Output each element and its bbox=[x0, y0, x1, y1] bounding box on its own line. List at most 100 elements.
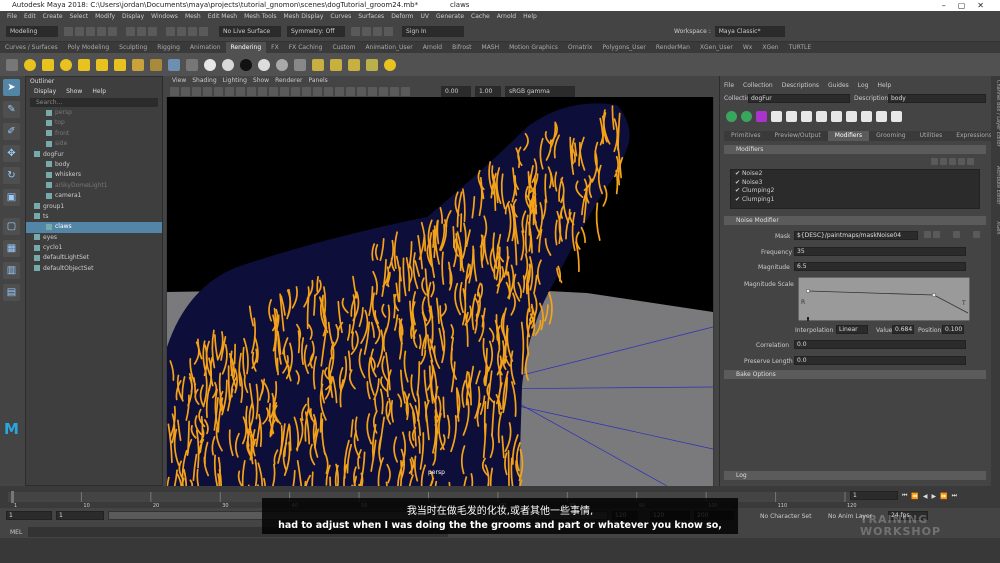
check-icon[interactable]: ✔ bbox=[735, 187, 742, 194]
shelf-tab[interactable]: FX bbox=[266, 42, 284, 53]
render-current-icon[interactable] bbox=[384, 58, 396, 71]
render-settings-icon[interactable] bbox=[373, 27, 382, 36]
modifiers-section-header[interactable]: Modifiers bbox=[724, 145, 986, 154]
window-controls[interactable]: –▢✕ bbox=[942, 0, 996, 11]
menu-arnold[interactable]: Arnold bbox=[497, 11, 516, 22]
shelf-tab[interactable]: Sculpting bbox=[114, 42, 152, 53]
menu-modify[interactable]: Modify bbox=[95, 11, 115, 22]
lambert-shader-icon[interactable] bbox=[204, 58, 216, 71]
position-field[interactable]: 0.100 bbox=[942, 325, 964, 334]
preview-icon[interactable] bbox=[741, 110, 752, 122]
outliner-item[interactable]: side bbox=[26, 139, 162, 149]
xgen-tab[interactable]: Modifiers bbox=[827, 131, 870, 141]
gate-mask-icon[interactable] bbox=[236, 87, 245, 96]
log-header[interactable]: Log bbox=[724, 471, 986, 480]
assign-shader-icon[interactable] bbox=[186, 58, 198, 71]
layout-four-icon[interactable]: ▦ bbox=[3, 240, 20, 257]
outliner-search-input[interactable]: Search... bbox=[30, 98, 158, 107]
mask-field[interactable]: ${DESC}/paintmaps/maskNoise04 bbox=[794, 231, 918, 240]
spot-light-icon[interactable] bbox=[78, 58, 90, 71]
xgen-tab[interactable]: Primitives bbox=[724, 131, 768, 141]
attribute-editor-tab[interactable]: Attribute Editor bbox=[995, 166, 1000, 205]
directional-light-icon[interactable] bbox=[42, 58, 54, 71]
character-set-selector[interactable]: No Character Set bbox=[760, 513, 811, 520]
shelf-tab[interactable]: XGen bbox=[757, 42, 783, 53]
viewport-menu-item[interactable]: Lighting bbox=[223, 76, 247, 86]
shelf-tab[interactable]: TURTLE bbox=[784, 42, 817, 53]
wireframe-icon[interactable] bbox=[269, 87, 278, 96]
xgen-tab[interactable]: Grooming bbox=[869, 131, 913, 141]
check-icon[interactable]: ✔ bbox=[735, 196, 742, 203]
guide-mirror-icon[interactable] bbox=[891, 110, 902, 122]
shelf-tab[interactable]: Rendering bbox=[225, 42, 267, 53]
depth-of-field-icon[interactable] bbox=[357, 87, 366, 96]
xray-icon[interactable] bbox=[379, 87, 388, 96]
xray-active-icon[interactable] bbox=[401, 87, 410, 96]
render-icon[interactable] bbox=[351, 27, 360, 36]
snap-grid-icon[interactable] bbox=[166, 27, 175, 36]
exposure-field[interactable]: 0.00 bbox=[441, 86, 471, 97]
xgen-menu-item[interactable]: Guides bbox=[828, 82, 849, 89]
camera-icon[interactable] bbox=[132, 58, 144, 71]
add-guide-icon[interactable] bbox=[756, 110, 767, 122]
outliner-item[interactable]: claws bbox=[26, 222, 162, 233]
area-light-icon[interactable] bbox=[96, 58, 108, 71]
outliner-item[interactable]: cyclo1 bbox=[26, 243, 162, 253]
outliner-menu-item[interactable]: Help bbox=[92, 87, 106, 97]
menu-create[interactable]: Create bbox=[43, 11, 63, 22]
ipr-icon[interactable] bbox=[348, 58, 360, 71]
move-down-icon[interactable] bbox=[949, 157, 956, 165]
modifier-item[interactable]: ✔ Noise3 bbox=[731, 179, 979, 188]
save-scene-icon[interactable] bbox=[86, 27, 95, 36]
start-time-field[interactable]: 1 bbox=[6, 511, 52, 520]
menu-edit[interactable]: Edit bbox=[24, 11, 36, 22]
safe-action-icon[interactable] bbox=[258, 87, 267, 96]
workspace-selector[interactable]: Maya Classic* bbox=[714, 26, 785, 37]
range-start-field[interactable]: 1 bbox=[56, 511, 104, 520]
menu-file[interactable]: File bbox=[7, 11, 17, 22]
xgen-tab[interactable]: Utilities bbox=[912, 131, 950, 141]
shelf-tab[interactable]: MASH bbox=[477, 42, 505, 53]
menu-edit-mesh[interactable]: Edit Mesh bbox=[208, 11, 237, 22]
textured-icon[interactable] bbox=[291, 87, 300, 96]
colorspace-selector[interactable]: sRGB gamma bbox=[505, 86, 575, 97]
sculpt-guide-icon[interactable] bbox=[786, 110, 797, 122]
xgen-menu-item[interactable]: File bbox=[724, 82, 734, 89]
step-forward-icon[interactable]: ⏩ bbox=[940, 493, 947, 500]
outliner-item[interactable]: camera1 bbox=[26, 191, 162, 201]
add-modifier-icon[interactable] bbox=[931, 157, 938, 165]
shelf-tab[interactable]: XGen_User bbox=[695, 42, 738, 53]
xgen-menu-item[interactable]: Log bbox=[858, 82, 869, 89]
anti-aliasing-icon[interactable] bbox=[346, 87, 355, 96]
shelf-tab[interactable]: Arnold bbox=[418, 42, 447, 53]
move-tool-icon[interactable]: ✥ bbox=[3, 145, 20, 162]
menu-windows[interactable]: Windows bbox=[151, 11, 178, 22]
lights-icon[interactable] bbox=[302, 87, 311, 96]
xgen-menu-item[interactable]: Descriptions bbox=[782, 82, 819, 89]
mode-selector[interactable]: Modeling bbox=[6, 26, 58, 37]
outliner-item[interactable]: defaultLightSet bbox=[26, 253, 162, 263]
field-chart-icon[interactable] bbox=[247, 87, 256, 96]
menu-surfaces[interactable]: Surfaces bbox=[358, 11, 384, 22]
menu-cache[interactable]: Cache bbox=[471, 11, 490, 22]
lasso-tool-icon[interactable]: ✎ bbox=[3, 101, 20, 118]
shelf-tab[interactable]: Ornatrix bbox=[563, 42, 598, 53]
layout-outliner-icon[interactable]: ▤ bbox=[3, 284, 20, 301]
motion-blur-icon[interactable] bbox=[335, 87, 344, 96]
rebuild-guide-icon[interactable] bbox=[831, 110, 842, 122]
phong-shader-icon[interactable] bbox=[258, 58, 270, 71]
outliner-item[interactable]: dogFur bbox=[26, 150, 162, 160]
magnitude-scale-ramp[interactable]: R T bbox=[798, 277, 970, 321]
magnitude-field[interactable]: 6.5 bbox=[794, 262, 966, 271]
image-plane-icon[interactable] bbox=[192, 87, 201, 96]
step-back-icon[interactable]: ⏪ bbox=[911, 493, 918, 500]
camera-aim-icon[interactable] bbox=[150, 58, 162, 71]
isolate-select-icon[interactable] bbox=[368, 87, 377, 96]
outliner-item[interactable]: defaultObjectSet bbox=[26, 264, 162, 274]
outliner-item[interactable]: persp bbox=[26, 108, 162, 118]
shelf-options-icon[interactable] bbox=[6, 58, 18, 71]
layout-side-icon[interactable]: ▥ bbox=[3, 262, 20, 279]
layout-single-icon[interactable]: ▢ bbox=[3, 218, 20, 235]
shelf-tab[interactable]: Curves / Surfaces bbox=[0, 42, 63, 53]
description-selector[interactable]: body bbox=[888, 94, 986, 103]
